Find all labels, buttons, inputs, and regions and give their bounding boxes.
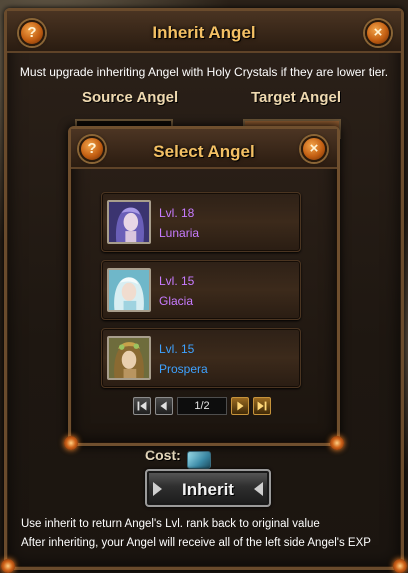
page-navigator: 1/2 xyxy=(133,397,273,417)
inherit-button-label: Inherit xyxy=(182,480,234,499)
select-angel-dialog: Select Angel ? × Lvl. 18 Lunaria Lvl. 15… xyxy=(64,126,344,450)
holy-crystal-icon xyxy=(187,451,211,469)
cost-label: Cost: xyxy=(145,447,181,463)
select-angel-title: Select Angel xyxy=(153,142,255,161)
prospera-portrait-icon xyxy=(107,336,151,380)
inherit-title-bar: Inherit Angel xyxy=(7,11,401,53)
glacia-portrait-icon xyxy=(107,268,151,312)
corner-gem-icon xyxy=(64,436,78,450)
info-line-return-rank: Use inherit to return Angel's Lvl. rank … xyxy=(21,518,320,530)
page-indicator: 1/2 xyxy=(177,397,227,415)
select-title-bar: Select Angel xyxy=(71,129,337,169)
close-button[interactable]: × xyxy=(365,20,391,46)
first-page-icon[interactable] xyxy=(133,397,151,415)
info-line-receive-exp: After inheriting, your Angel will receiv… xyxy=(21,537,371,549)
select-close-button[interactable]: × xyxy=(301,136,327,162)
select-help-button[interactable]: ? xyxy=(79,136,105,162)
corner-gem-icon xyxy=(393,559,407,573)
angel-level: Lvl. 15 xyxy=(159,342,195,356)
angel-row-glacia[interactable]: Lvl. 15 Glacia xyxy=(101,260,301,320)
upgrade-notice: Must upgrade inheriting Angel with Holy … xyxy=(19,65,389,79)
inherit-window-title: Inherit Angel xyxy=(152,23,256,42)
angel-level: Lvl. 18 xyxy=(159,206,195,220)
angel-row-lunaria[interactable]: Lvl. 18 Lunaria xyxy=(101,192,301,252)
target-angel-label: Target Angel xyxy=(251,89,342,106)
source-angel-label: Source Angel xyxy=(82,89,179,106)
last-page-icon[interactable] xyxy=(253,397,271,415)
angel-name: Prospera xyxy=(159,362,208,376)
next-page-icon[interactable] xyxy=(231,397,249,415)
angel-level: Lvl. 15 xyxy=(159,274,195,288)
corner-gem-icon xyxy=(1,559,15,573)
corner-gem-icon xyxy=(330,436,344,450)
angel-row-prospera[interactable]: Lvl. 15 Prospera xyxy=(101,328,301,388)
prev-page-icon[interactable] xyxy=(155,397,173,415)
lunaria-portrait-icon xyxy=(107,200,151,244)
help-button[interactable]: ? xyxy=(19,20,45,46)
inherit-button[interactable]: Inherit xyxy=(145,469,271,507)
angel-name: Lunaria xyxy=(159,226,200,240)
angel-name: Glacia xyxy=(159,294,194,308)
